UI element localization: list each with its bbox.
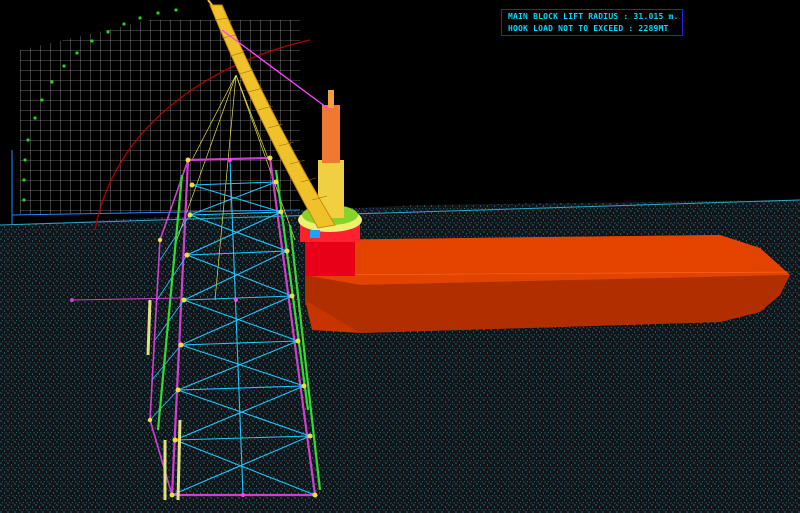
lift-scene-drawing [0,0,800,513]
lift-info-panel: MAIN BLOCK LIFT RADIUS : 31.015 m. HOOK … [501,9,683,36]
lift-radius-text: MAIN BLOCK LIFT RADIUS : 31.015 m. [508,12,679,21]
hook-load-text: HOOK LOAD NOT TO EXCEED : 2289MT [508,24,669,33]
cad-viewport[interactable]: MAIN BLOCK LIFT RADIUS : 31.015 m. HOOK … [0,0,800,513]
load-chart-grid [11,8,301,225]
crane-barge [304,235,791,333]
